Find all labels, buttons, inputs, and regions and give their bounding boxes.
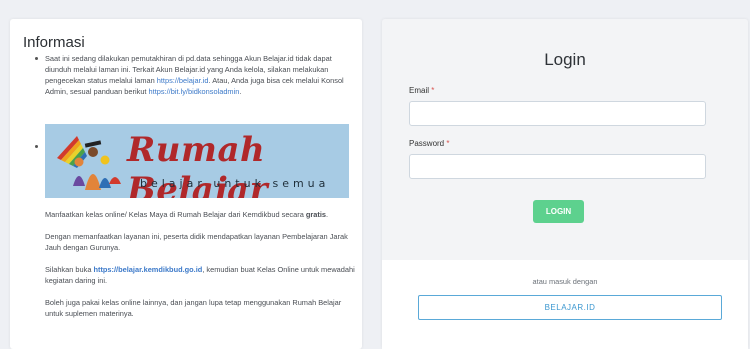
login-card: Login Email * Password * LOGIN atau masu… (382, 19, 748, 349)
banner-tagline: belajar untuk semua (140, 177, 330, 190)
paragraph-suplemen: Boleh juga pakai kelas online lainnya, d… (45, 298, 342, 318)
konsol-admin-link[interactable]: https://bit.ly/bidkonsoladmin (149, 87, 240, 96)
alt-login-text: atau masuk dengan (532, 277, 598, 286)
login-button[interactable]: LOGIN (533, 200, 584, 223)
email-label-text: Email (409, 86, 430, 95)
notice-item: Saat ini sedang dilakukan pemutakhiran d… (32, 53, 357, 97)
email-field[interactable] (409, 101, 706, 126)
password-label-text: Password (409, 139, 445, 148)
info-list: Saat ini sedang dilakukan pemutakhiran d… (32, 53, 357, 148)
bullet-dot (35, 145, 38, 148)
paragraph-kemdikbud-start: Silahkan buka (45, 265, 94, 274)
password-label: Password * (409, 139, 449, 148)
paragraph-gratis-bold: gratis (305, 210, 327, 219)
email-label: Email * (409, 86, 434, 95)
paragraph-gratis: Manfaatkan kelas online/ Kelas Maya di R… (45, 209, 355, 220)
belajar-id-login-button[interactable]: BELAJAR.ID (418, 295, 722, 320)
bullet-dot (35, 57, 38, 60)
notice-text-3: . (239, 87, 242, 96)
password-field[interactable] (409, 154, 706, 179)
paragraph-kemdikbud: Silahkan buka https://belajar.kemdikbud.… (45, 264, 355, 286)
password-required-mark: * (446, 139, 450, 148)
paragraph-gratis-text: Manfaatkan kelas online/ Kelas Maya di R… (45, 210, 306, 219)
info-title: Informasi (23, 34, 85, 51)
belajar-id-link[interactable]: https://belajar.id (157, 76, 209, 85)
alt-login-section: atau masuk dengan BELAJAR.ID (382, 260, 748, 349)
email-required-mark: * (431, 86, 435, 95)
login-title: Login (544, 50, 586, 69)
paragraph-gratis-end: . (326, 210, 329, 219)
paragraph-pjj: Dengan memanfaatkan layanan ini, peserta… (45, 232, 348, 252)
kemdikbud-link[interactable]: https://belajar.kemdikbud.go.id (93, 265, 202, 274)
info-card: Informasi Saat ini sedang dilakukan pemu… (10, 19, 362, 349)
rumah-belajar-banner[interactable]: Rumah Belajar belajar untuk semua (45, 124, 349, 198)
children-logo-icon (57, 136, 121, 190)
